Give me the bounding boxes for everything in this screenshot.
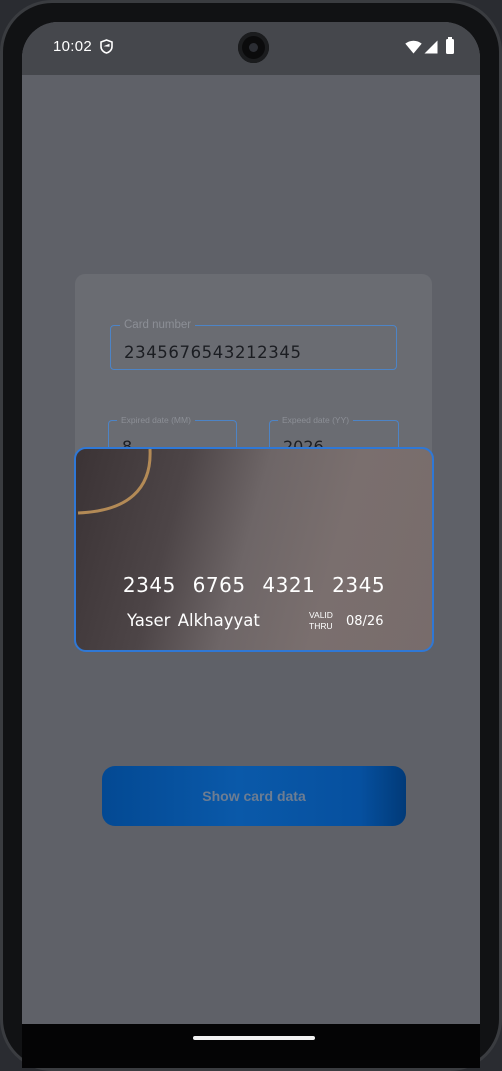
cellular-signal-icon: [424, 40, 438, 54]
show-card-data-button[interactable]: Show card data: [102, 766, 406, 826]
home-indicator[interactable]: [193, 1036, 315, 1040]
credit-card-preview[interactable]: 2345 6765 4321 2345 Yaser Alkhayyat VALI…: [74, 447, 434, 652]
card-holder-name: Yaser Alkhayyat: [127, 611, 260, 630]
wifi-icon: [405, 40, 422, 54]
battery-icon: [446, 37, 454, 54]
system-navigation-bar: [22, 1024, 480, 1068]
card-number-label: Card number: [120, 318, 196, 332]
status-time: 10:02: [53, 38, 93, 55]
card-number-value[interactable]: 2345676543212345: [124, 343, 302, 362]
card-expiry-date: 08/26: [346, 614, 384, 629]
expired-month-label: Expired date (MM): [117, 414, 195, 426]
shield-icon: [100, 39, 113, 54]
valid-thru-label: VALID THRU: [309, 610, 333, 631]
expired-year-label: Expeed date (YY): [278, 414, 354, 426]
card-arc-decoration: [77, 449, 152, 515]
card-number-display: 2345 6765 4321 2345: [122, 573, 386, 597]
card-number-field[interactable]: Card number 2345676543212345: [110, 318, 397, 370]
app-screen: 10:02 Card number 2345676543212345 Expir…: [22, 22, 480, 1024]
front-camera-icon: [238, 32, 269, 63]
status-bar: 10:02: [22, 22, 480, 75]
